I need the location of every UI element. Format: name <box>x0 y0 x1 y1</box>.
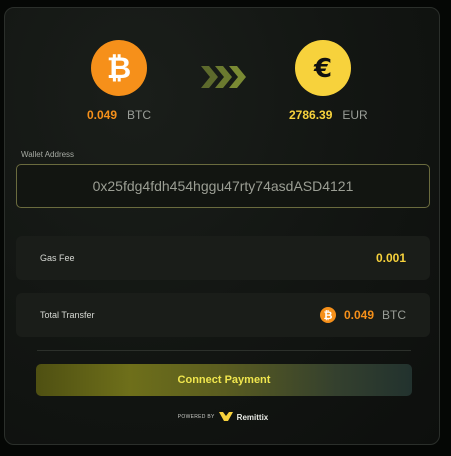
brand-name: Remittix <box>236 412 269 422</box>
total-transfer-amount: 0.049 <box>343 308 374 322</box>
payment-card: ₿ € 0.049 BTC 2786.39 EUR Wallet Address… <box>4 7 440 445</box>
total-transfer-row: Total Transfer ₿ 0.049 BTC <box>16 293 430 337</box>
from-currency: BTC <box>127 108 152 122</box>
gas-fee-label: Gas Fee <box>40 253 75 263</box>
svg-text:₿: ₿ <box>107 52 131 85</box>
svg-text:₿: ₿ <box>323 310 332 321</box>
to-amount-value: 2786.39 <box>289 108 333 122</box>
powered-by-footer: POWERED BY Remittix <box>5 408 441 426</box>
euro-icon: € <box>295 40 351 96</box>
remittix-logo-icon <box>218 408 233 426</box>
connect-payment-button[interactable]: Connect Payment <box>36 364 412 396</box>
triple-chevron-right-icon <box>201 66 247 93</box>
gas-fee-value: 0.001 <box>375 251 406 265</box>
total-transfer-value-group: ₿ 0.049 BTC <box>319 307 406 323</box>
to-currency: EUR <box>342 108 368 122</box>
svg-text:€: € <box>313 54 332 84</box>
gas-fee-value-group: 0.001 <box>376 251 406 265</box>
total-transfer-currency: BTC <box>382 308 406 322</box>
wallet-address-input[interactable]: 0x25fdg4fdh454hggu47rty74asdASD4121 <box>16 164 430 208</box>
powered-by-label: POWERED BY <box>177 414 215 420</box>
divider <box>37 350 411 351</box>
from-amount-value: 0.049 <box>87 108 118 122</box>
wallet-address-label: Wallet Address <box>21 150 75 159</box>
total-transfer-label: Total Transfer <box>40 310 95 320</box>
gas-fee-row: Gas Fee 0.001 <box>16 236 430 280</box>
bitcoin-icon: ₿ <box>91 40 147 96</box>
to-amount: 2786.39 EUR <box>289 108 368 122</box>
bitcoin-small-icon: ₿ <box>319 307 336 323</box>
from-amount: 0.049 BTC <box>87 108 151 122</box>
